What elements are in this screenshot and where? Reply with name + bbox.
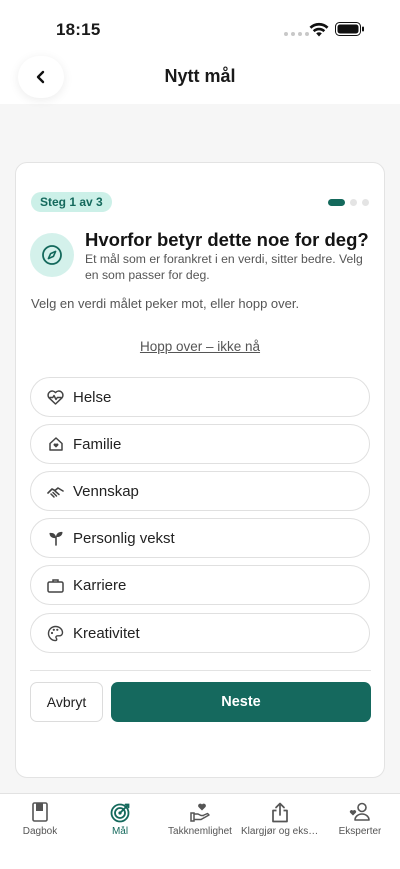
next-button[interactable]: Neste xyxy=(111,682,371,722)
tab-label: Mål xyxy=(111,826,129,837)
option-label: Vennskap xyxy=(73,482,139,500)
palette-icon xyxy=(47,625,64,642)
share-icon xyxy=(271,801,289,823)
option-label: Personlig vekst xyxy=(73,529,175,547)
tab-mal[interactable]: Mål xyxy=(80,794,160,844)
nav-bar: Nytt mål xyxy=(0,56,400,104)
section-subtitle: Et mål som er forankret i en verdi, sitt… xyxy=(85,252,363,282)
heart-pulse-icon xyxy=(47,389,64,406)
step-progress-dot xyxy=(350,199,357,206)
option-label: Karriere xyxy=(73,576,127,594)
briefcase-icon xyxy=(47,577,64,594)
section-title: Hvorfor betyr dette noe for deg? xyxy=(85,229,369,250)
value-option-kreativitet[interactable]: Kreativitet xyxy=(30,613,370,653)
wifi-icon xyxy=(309,22,329,37)
tab-bar: Dagbok Mål Takknemlighet Klargjør og eks… xyxy=(0,793,400,869)
status-bar: 18:15 xyxy=(0,0,400,56)
gratitude-hand-icon xyxy=(189,801,211,823)
experts-icon xyxy=(348,801,372,823)
tab-label: Takknemlighet xyxy=(168,826,232,837)
tab-label: Eksperter xyxy=(338,826,382,837)
skip-link[interactable]: Hopp over – ikke nå xyxy=(16,339,384,354)
target-icon xyxy=(110,801,131,823)
step-badge: Steg 1 av 3 xyxy=(31,192,112,212)
tab-takknemlighet[interactable]: Takknemlighet xyxy=(160,794,240,844)
option-label: Kreativitet xyxy=(73,624,140,642)
signal-dots-icon xyxy=(284,32,309,36)
goal-step-card: Steg 1 av 3 Hvorfor betyr dette noe for … xyxy=(15,162,385,778)
journal-icon xyxy=(32,801,48,823)
handshake-icon xyxy=(47,483,64,500)
step-progress-indicator xyxy=(328,199,369,206)
battery-icon xyxy=(335,22,364,36)
value-prompt: Velg en verdi målet peker mot, eller hop… xyxy=(31,296,300,311)
divider xyxy=(30,670,371,671)
value-option-familie[interactable]: Familie xyxy=(30,424,370,464)
home-heart-icon xyxy=(47,436,64,453)
page-title: Nytt mål xyxy=(164,66,236,86)
cancel-button[interactable]: Avbryt xyxy=(30,682,103,722)
tab-label: Dagbok xyxy=(22,826,58,837)
value-option-vennskap[interactable]: Vennskap xyxy=(30,471,370,511)
tab-eksperter[interactable]: Eksperter xyxy=(320,794,400,844)
tab-dagbok[interactable]: Dagbok xyxy=(0,794,80,844)
compass-icon xyxy=(30,233,74,277)
tab-label: Klargjør og ekspert xyxy=(241,826,319,837)
status-time: 18:15 xyxy=(56,20,101,39)
value-option-personlig-vekst[interactable]: Personlig vekst xyxy=(30,518,370,558)
step-progress-dot xyxy=(362,199,369,206)
option-label: Familie xyxy=(73,435,122,453)
option-label: Helse xyxy=(73,388,112,406)
step-progress-active xyxy=(328,199,345,206)
value-option-karriere[interactable]: Karriere xyxy=(30,565,370,605)
value-option-helse[interactable]: Helse xyxy=(30,377,370,417)
sprout-icon xyxy=(47,530,64,547)
tab-klargjor[interactable]: Klargjør og ekspert xyxy=(240,794,320,844)
